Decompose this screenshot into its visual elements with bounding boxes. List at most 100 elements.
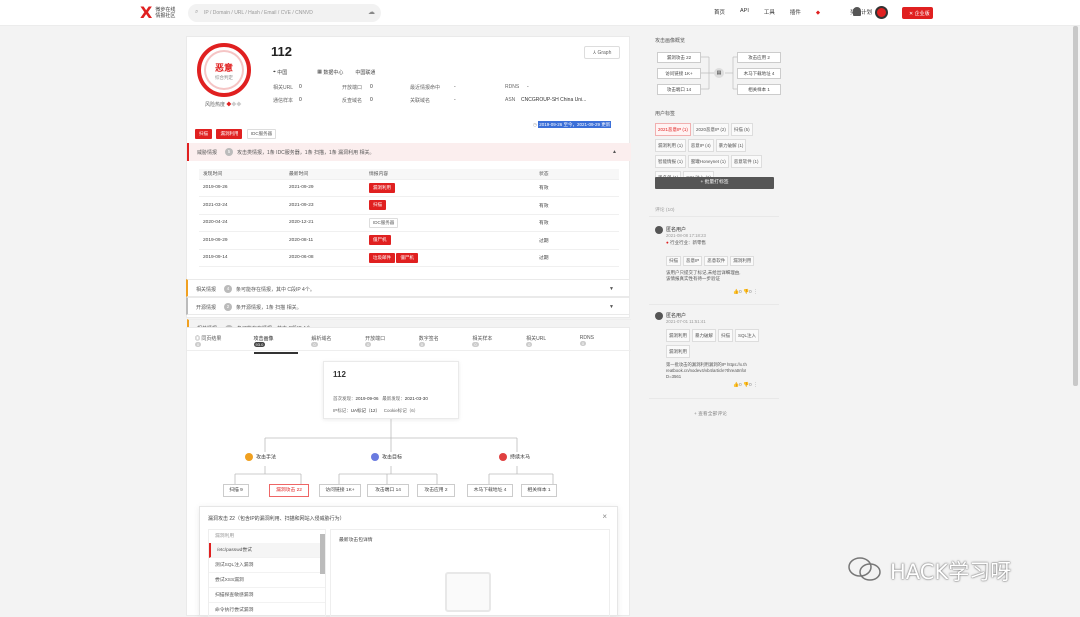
user-tags-title: 用户标签 — [655, 111, 676, 117]
open-intel-header[interactable]: 开源情报 2 条开源情报，1条 扫描 相关。 ▼ — [186, 297, 630, 315]
trojan-icon — [499, 453, 507, 461]
leaf-trojan-download[interactable]: 木马下载地址 4 — [467, 484, 513, 497]
table-row[interactable]: 2019-09-29 2020-08-11 僵尸机 过期 — [199, 231, 619, 250]
cat-trojan[interactable]: 持续木马 — [499, 453, 530, 461]
page-scrollbar[interactable] — [1073, 26, 1078, 386]
empty-icon — [445, 572, 491, 612]
list-item[interactable]: /etc/passwd尝试 — [209, 543, 325, 558]
leaf-apps[interactable]: 攻击应用 2 — [417, 484, 455, 497]
user-tag[interactable]: 智能情报 (1) — [655, 155, 686, 168]
flow-trojan[interactable]: 木马下载地址 4 — [737, 68, 781, 79]
leaf-ports[interactable]: 攻击端口 14 — [367, 484, 409, 497]
close-icon[interactable]: × — [602, 512, 607, 521]
comment-text: 该用户只提交了标记,未给出详细理由,该情报真实性有待一步验证 — [666, 270, 741, 281]
leaf-vuln-attack[interactable]: 漏洞攻击 22 — [269, 484, 309, 497]
intel-content: IDC服务器 — [369, 214, 539, 232]
status: 有效 — [539, 196, 619, 215]
stats-net: RDNS - ASN CNCGROUP-SH China Uni... — [505, 84, 587, 103]
flow-apps[interactable]: 攻击应用 2 — [737, 52, 781, 63]
threat-intel-header[interactable]: 威胁情报 5 攻击类情报，1条 IDC服务器，1条 扫描，1条 漏洞利用 相关。… — [187, 143, 631, 161]
table-row[interactable]: 2019-09-14 2020-06-08 垃圾邮件 僵尸机 过期 — [199, 249, 619, 267]
user-avatar — [655, 312, 663, 320]
intel-tag[interactable]: 僵尸机 — [369, 235, 391, 246]
enterprise-button[interactable]: ✕ 企业版 — [902, 7, 933, 19]
intel-content: 垃圾邮件 僵尸机 — [369, 249, 539, 267]
user-tag[interactable]: 2020恶意IP (2) — [692, 123, 729, 136]
bell-icon[interactable] — [853, 7, 861, 16]
intel-content: 扫描 — [369, 196, 539, 215]
verdict-badge: 恶意 综合判定 — [197, 43, 251, 97]
vuln-list: 漏洞利用 /etc/passwd尝试 测试SQL注入漏洞 尝试XSS漏洞 扫描探… — [208, 529, 326, 617]
chevron-down-icon[interactable]: ▼ — [609, 286, 614, 292]
col-status: 状态 — [539, 169, 619, 180]
list-item[interactable]: 测试SQL注入漏洞 — [209, 558, 325, 573]
add-tags-button[interactable]: + 批量打标签 — [655, 177, 774, 189]
nav-tools[interactable]: 工具 — [764, 8, 775, 16]
list-item[interactable]: 尝试XSS漏洞 — [209, 573, 325, 588]
comment-user: 匿名用户 — [666, 227, 687, 233]
chevron-up-icon[interactable]: ▲ — [612, 149, 617, 155]
chevron-down-icon[interactable]: ▼ — [609, 304, 614, 310]
cat-attack-target[interactable]: 攻击目标 — [371, 453, 402, 461]
list-item[interactable]: 命令执行尝试漏洞 — [209, 603, 325, 616]
intel-tag[interactable]: 僵尸机 — [396, 252, 418, 263]
comment-text: 第一批攻击的漏洞利用漏洞的IP https://x.threatbook.cn/… — [666, 362, 747, 379]
graph-button[interactable]: ⅄ Graph — [584, 46, 620, 59]
first-seen: 2019-09-26 — [199, 179, 289, 197]
packet-detail: 最新攻击包详情 — [330, 529, 610, 617]
user-tag[interactable]: 恶意IP (4) — [687, 139, 714, 152]
cloud-icon[interactable]: ☁ — [368, 8, 375, 16]
tag-exploit[interactable]: 漏洞利用 — [216, 129, 243, 139]
geo-row: ⌖ 中国 ▦ 数据中心 中国联通 — [273, 69, 375, 76]
user-tag[interactable]: 暴力破解 (1) — [715, 139, 747, 152]
nav-home[interactable]: 首页 — [714, 8, 725, 16]
watermark-text: HACK学习呀 — [890, 560, 1012, 584]
leaf-samples[interactable]: 相关样本 1 — [521, 484, 557, 497]
user-tag[interactable]: 恶意软件 (1) — [730, 155, 762, 168]
intel-content: 漏洞利用 — [369, 179, 539, 197]
more-icon[interactable]: ⋮ — [753, 290, 758, 295]
new-dot-icon: ◆ — [815, 10, 821, 16]
avatar[interactable] — [875, 6, 888, 19]
nav-api[interactable]: API — [740, 8, 749, 16]
user-tag[interactable]: 2021恶意IP (1) — [655, 123, 691, 136]
user-tag[interactable]: 漏洞利用 (1) — [655, 139, 686, 152]
logo-text-2: 情报社区 — [155, 13, 176, 19]
intel-tag[interactable]: IDC服务器 — [369, 217, 399, 228]
tag-idc[interactable]: IDC服务器 — [246, 129, 277, 139]
flow-ports[interactable]: 攻击端口 14 — [657, 84, 701, 95]
related-intel-header[interactable]: 相关情报 4 条可能存在情报，其中 C段IP 4个。 ▼ — [186, 279, 630, 297]
cat-attack-method[interactable]: 攻击手法 — [245, 453, 276, 461]
flow-vuln[interactable]: 漏洞攻击 22 — [657, 52, 701, 63]
method-icon — [245, 453, 253, 461]
user-tag[interactable]: 扫描 (5) — [730, 123, 753, 136]
intel-tag[interactable]: 扫描 — [369, 200, 386, 211]
table-row[interactable]: 2020-04-24 2020-12-21 IDC服务器 有效 — [199, 214, 619, 232]
leaf-links[interactable]: 访问链接 1K+ — [319, 484, 361, 497]
intel-tag[interactable]: 漏洞利用 — [369, 182, 395, 193]
tag-scan[interactable]: 扫描 — [195, 129, 212, 139]
nav-plugins[interactable]: 插件 ◆ — [790, 8, 835, 16]
logo[interactable]: X 微步在线 情报社区 — [140, 5, 175, 21]
list-item[interactable]: 扫描探查敏感漏洞 — [209, 588, 325, 603]
col-last-seen: 最新时间 — [289, 169, 369, 180]
top-bar: X 微步在线 情报社区 ⌕ IP / Domain / URL / Hash / … — [0, 0, 1080, 26]
list-scrollbar[interactable] — [320, 534, 325, 574]
ip-title: 112 — [271, 44, 292, 59]
user-tag[interactable]: 蜜罐Honeynet (1) — [687, 155, 729, 168]
flow-links[interactable]: 访问链接 1K+ — [657, 68, 701, 79]
table-row[interactable]: 2021-03-24 2021-09-23 扫描 有效 — [199, 196, 619, 215]
col-content: 情报内容 — [369, 169, 539, 180]
intel-tag[interactable]: 垃圾邮件 — [369, 252, 395, 263]
verdict-label: 恶意 — [214, 63, 233, 73]
comments-title: 评论 (10) — [655, 208, 675, 213]
table-row[interactable]: 2019-09-26 2021-09-29 漏洞利用 有效 — [199, 179, 619, 197]
threat-count: 5 — [225, 148, 234, 156]
flow-samples[interactable]: 相关样本 1 — [737, 84, 781, 95]
col-first-seen: 发现时间 — [199, 169, 289, 180]
leaf-scan[interactable]: 扫描 9 — [223, 484, 249, 497]
isp: 中国联通 — [355, 70, 376, 76]
more-comments-link[interactable]: + 查看全部评论 — [694, 410, 727, 417]
more-icon[interactable]: ⋮ — [753, 383, 758, 388]
search-input[interactable]: ⌕ IP / Domain / URL / Hash / Email / CVE… — [188, 4, 381, 22]
